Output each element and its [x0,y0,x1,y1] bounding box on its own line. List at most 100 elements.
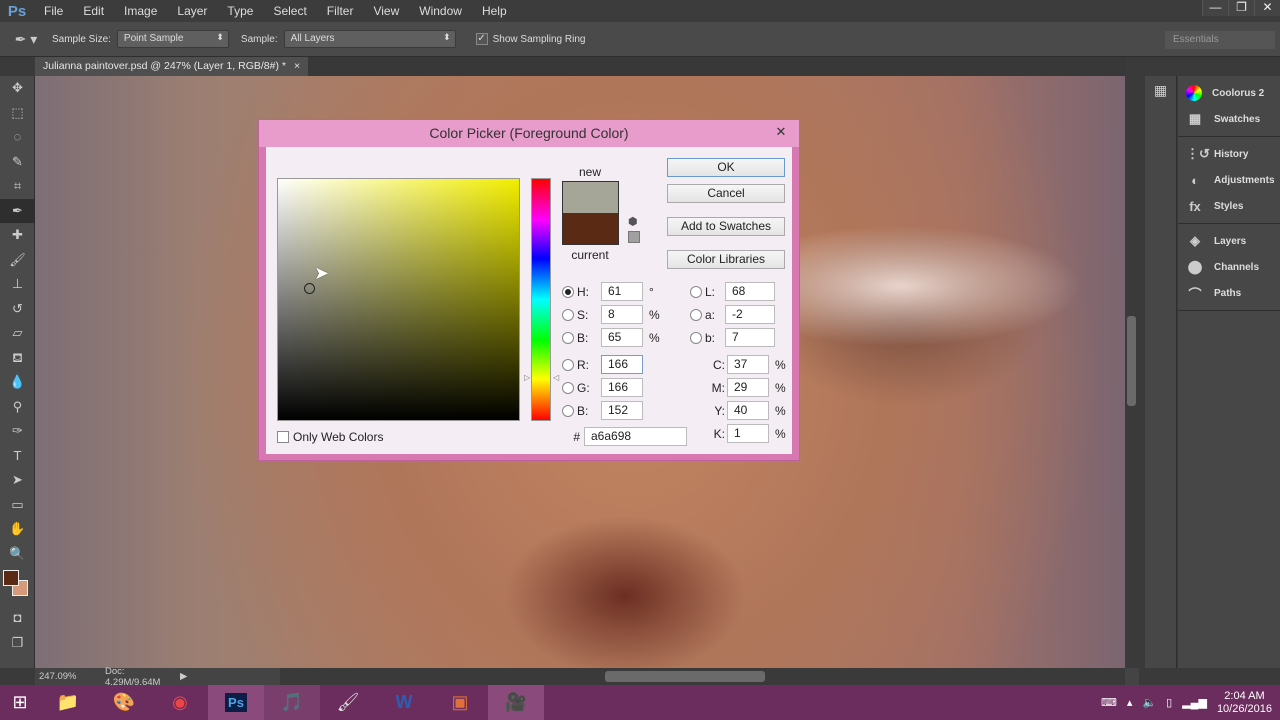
lab-b-input[interactable]: 7 [725,328,775,347]
red-radio[interactable] [562,358,574,371]
hue-slider-right-arrow[interactable]: ◁ [553,373,559,382]
paint-bucket-tool-icon[interactable]: ⛾ [0,346,35,371]
file-explorer-icon[interactable]: 📁 [40,685,96,720]
web-safe-swatch-icon[interactable] [628,231,640,243]
blue-input[interactable]: 152 [601,401,643,420]
screen-mode-icon[interactable]: ❐ [0,631,35,656]
show-hidden-icons[interactable]: ▴ [1127,696,1133,709]
show-sampling-ring-checkbox[interactable]: ✓ [475,33,488,45]
rectangle-tool-icon[interactable]: ▭ [0,493,35,518]
panel-coolorus[interactable]: Coolorus 2 [1178,80,1280,106]
recorder-icon[interactable]: 🎥 [488,685,544,720]
menu-layer[interactable]: Layer [167,4,217,18]
cancel-button[interactable]: Cancel [667,184,785,203]
lab-b-radio[interactable] [690,331,702,344]
lab-l-input[interactable]: 68 [725,282,775,301]
current-color-swatch[interactable] [563,213,618,244]
black-input[interactable]: 1 [727,424,769,443]
photoshop-taskbar-icon[interactable]: Ps [208,685,264,720]
hue-slider-left-arrow[interactable]: ▷ [524,373,530,382]
paint-icon[interactable]: 🖌 [320,685,376,720]
healing-brush-tool-icon[interactable]: ✚ [0,223,35,248]
menu-edit[interactable]: Edit [73,4,114,18]
saturation-input[interactable]: 8 [601,305,643,324]
signal-icon[interactable]: ▂▄▆ [1182,696,1207,709]
menu-select[interactable]: Select [263,4,316,18]
move-tool-icon[interactable]: ✥ [0,76,35,101]
keyboard-icon[interactable]: ⌨ [1101,696,1117,709]
vertical-scroll-thumb[interactable] [1127,316,1136,406]
word-icon[interactable]: W [376,685,432,720]
horizontal-scroll-thumb[interactable] [605,671,765,682]
app-icon-green[interactable]: 🎨 [96,685,152,720]
brightness-radio[interactable] [562,331,574,344]
menu-view[interactable]: View [363,4,409,18]
panel-adjustments[interactable]: ◐ Adjustments [1178,167,1280,193]
workspace-select[interactable]: Essentials [1165,31,1275,49]
only-web-colors-checkbox[interactable] [277,430,289,443]
lab-a-input[interactable]: -2 [725,305,775,324]
menu-type[interactable]: Type [217,4,263,18]
zoom-level[interactable]: 247.09% [35,671,85,682]
eyedropper-tool-icon[interactable]: ✒ [0,198,35,223]
blue-radio[interactable] [562,404,574,417]
restore-button[interactable]: ❐ [1228,0,1254,16]
minimize-button[interactable]: — [1202,0,1228,16]
green-radio[interactable] [562,381,574,394]
battery-icon[interactable]: ▯ [1166,696,1172,709]
panel-swatches[interactable]: ▦ Swatches [1178,106,1280,132]
hue-radio[interactable] [562,285,574,298]
eraser-tool-icon[interactable]: ▱ [0,321,35,346]
yellow-input[interactable]: 40 [727,401,769,420]
brightness-input[interactable]: 65 [601,328,643,347]
crop-tool-icon[interactable]: ⌗ [0,174,35,199]
path-selection-tool-icon[interactable]: ➤ [0,468,35,493]
panel-layers[interactable]: ◈ Layers [1178,228,1280,254]
panel-styles[interactable]: fx Styles [1178,193,1280,219]
menu-filter[interactable]: Filter [317,4,364,18]
eyedropper-preset-icon[interactable]: ✒ ▾ [0,31,52,48]
quick-mask-icon[interactable]: ◘ [0,606,35,631]
brush-tool-icon[interactable]: 🖌 [0,248,35,273]
ok-button[interactable]: OK [667,158,785,177]
pen-tool-icon[interactable]: ✑ [0,419,35,444]
green-input[interactable]: 166 [601,378,643,397]
color-field-marker[interactable] [304,283,315,294]
lab-l-radio[interactable] [690,285,702,298]
color-libraries-button[interactable]: Color Libraries [667,250,785,269]
magenta-input[interactable]: 29 [727,378,769,397]
status-menu-arrow-icon[interactable]: ▶ [180,671,187,682]
hand-tool-icon[interactable]: ✋ [0,517,35,542]
close-tab-icon[interactable]: × [294,60,300,73]
saturation-radio[interactable] [562,308,574,321]
dodge-tool-icon[interactable]: ⚲ [0,395,35,420]
add-to-swatches-button[interactable]: Add to Swatches [667,217,785,236]
properties-panel-icon[interactable]: ▦ [1145,82,1176,99]
zoom-tool-icon[interactable]: 🔍 [0,542,35,567]
color-field[interactable]: ➤ [277,178,520,421]
marquee-tool-icon[interactable]: ⬚ [0,101,35,126]
start-button[interactable]: ⊞ [0,685,40,720]
clock[interactable]: 2:04 AM 10/26/2016 [1217,690,1272,716]
history-brush-tool-icon[interactable]: ↺ [0,297,35,322]
volume-icon[interactable]: 🔈 [1142,696,1156,709]
red-input[interactable]: 166 [601,355,643,374]
powerpoint-icon[interactable]: ▣ [432,685,488,720]
type-tool-icon[interactable]: T [0,444,35,469]
close-button[interactable]: ✕ [1254,0,1280,16]
clone-stamp-tool-icon[interactable]: ⊥ [0,272,35,297]
panel-history[interactable]: ⋮↺ History [1178,141,1280,167]
blur-tool-icon[interactable]: 💧 [0,370,35,395]
cyan-input[interactable]: 37 [727,355,769,374]
itunes-icon[interactable]: 🎵 [264,685,320,720]
panel-channels[interactable]: ⬤ Channels [1178,254,1280,280]
horizontal-scrollbar[interactable] [280,668,1125,685]
hue-input[interactable]: 61 [601,282,643,301]
chrome-icon[interactable]: ◉ [152,685,208,720]
lab-a-radio[interactable] [690,308,702,321]
hue-slider[interactable] [531,178,551,421]
hex-input[interactable]: a6a698 [584,427,687,446]
menu-file[interactable]: File [34,4,73,18]
vertical-scrollbar[interactable] [1125,76,1139,668]
out-of-gamut-cube-icon[interactable]: ⬢ [628,215,638,228]
